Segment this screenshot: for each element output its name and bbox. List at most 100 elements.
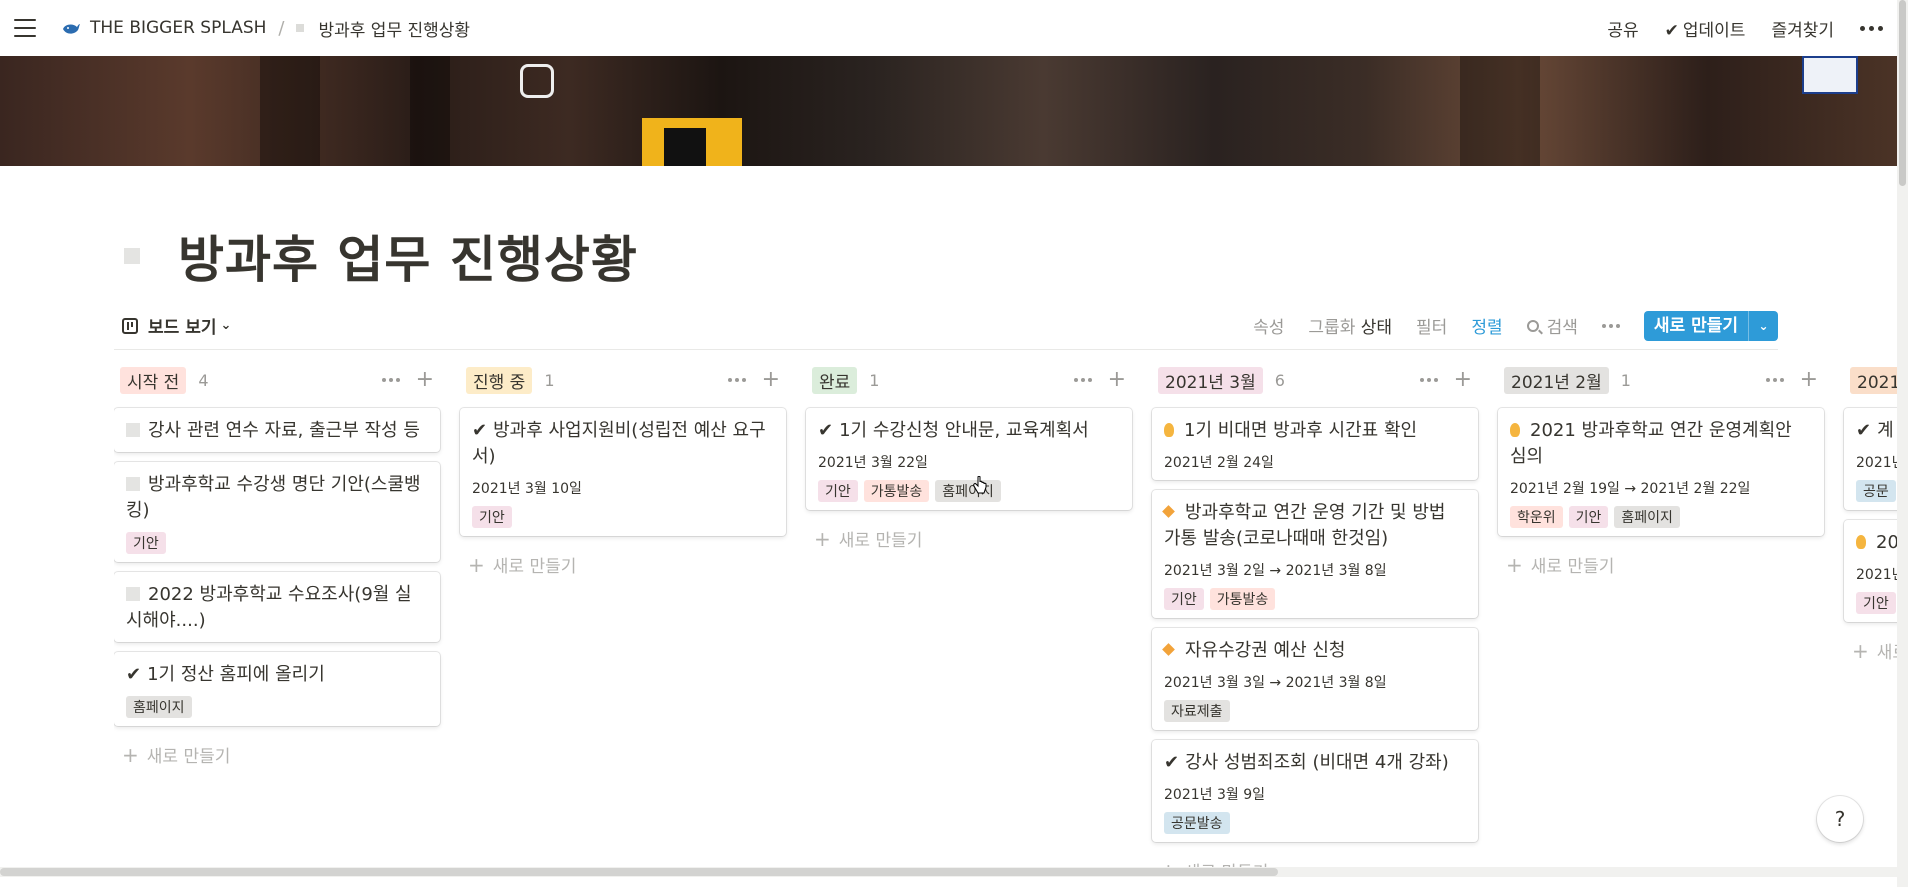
- card-title-row: 20: [1856, 530, 1897, 556]
- lightbulb-icon: [1510, 423, 1520, 437]
- card-tag: 학운위: [1510, 506, 1563, 528]
- column-status-tag[interactable]: 2021년 3월: [1158, 366, 1263, 394]
- column-more-icon[interactable]: [727, 378, 746, 382]
- whale-icon: [63, 24, 80, 34]
- page-icon: [126, 423, 140, 437]
- filter-button[interactable]: 필터: [1416, 313, 1447, 338]
- card-title-row: 방과후학교 연간 운영 기간 및 방법 가통 발송(코로나때매 한것임): [1162, 500, 1466, 552]
- card-date: 2021년: [1856, 567, 1897, 583]
- breadcrumb-workspace[interactable]: THE BIGGER SPLASH: [90, 18, 266, 38]
- card-title-row: ✔ 방과후 사업지원비(성립전 예산 요구서): [472, 418, 774, 470]
- column-status-tag[interactable]: 진행 중: [466, 366, 533, 394]
- search-label: 검색: [1546, 318, 1578, 338]
- check-icon: ✔: [472, 420, 488, 441]
- board-card[interactable]: 강사 관련 연수 자료, 출근부 작성 등: [114, 408, 440, 452]
- column-more-icon[interactable]: [1073, 378, 1092, 382]
- board-column: 2021년 3월 6 +1기 비대면 방과후 시간표 확인 2021년 2월 24일 방…: [1152, 362, 1478, 867]
- cover-image: [0, 56, 1897, 166]
- card-tag: 홈페이지: [126, 696, 192, 718]
- page-icon: [126, 477, 140, 491]
- board-card[interactable]: 방과후학교 수강생 명단 기안(스쿨뱅킹) 기안: [114, 462, 440, 562]
- card-date: 2021년: [1856, 455, 1897, 471]
- board-card[interactable]: 2021 방과후학교 연간 운영계획안 심의 2021년 2월 19일 → 202…: [1498, 408, 1824, 536]
- card-title: 자유수강권 예산 신청: [1185, 640, 1346, 661]
- favorite-button[interactable]: 즐겨찾기: [1771, 16, 1834, 41]
- horizontal-scrollbar[interactable]: [0, 867, 1897, 877]
- column-add-icon[interactable]: +: [1800, 369, 1818, 391]
- board-card[interactable]: ✔ 강사 성범죄조회 (비대면 4개 강좌) 2021년 3월 9일공문발송: [1152, 740, 1478, 842]
- group-by-value: 상태: [1360, 318, 1393, 338]
- check-icon: ✔: [1164, 752, 1180, 773]
- card-tag: 홈페이지: [935, 480, 1001, 502]
- properties-button[interactable]: 속성: [1253, 313, 1284, 338]
- column-status-tag[interactable]: 시작 전: [120, 366, 187, 394]
- column-status-tag[interactable]: 2021년: [1850, 366, 1897, 394]
- card-tag: 기안: [1856, 592, 1896, 614]
- card-tag: 홈페이지: [1614, 506, 1680, 528]
- card-tag: 공문: [1856, 480, 1896, 502]
- new-item-button[interactable]: 새로 만들기 ⌄: [1643, 310, 1778, 341]
- add-card-button[interactable]: +새로 만들기: [806, 522, 1132, 555]
- add-card-button[interactable]: +새로 만들기: [114, 738, 440, 771]
- check-icon: ✔: [1664, 20, 1679, 41]
- share-button[interactable]: 공유: [1607, 16, 1638, 41]
- vertical-scrollbar[interactable]: [1897, 0, 1908, 887]
- more-options-icon[interactable]: [1860, 25, 1883, 31]
- view-switcher[interactable]: 보드 보기 ⌄: [122, 313, 231, 338]
- new-item-label[interactable]: 새로 만들기: [1644, 311, 1748, 341]
- column-status-tag[interactable]: 2021년 2월: [1504, 366, 1609, 394]
- view-toolbar: 보드 보기 ⌄ 속성 그룹화 상태 필터 정렬 검색 새로 만들기 ⌄: [114, 302, 1778, 350]
- board-card[interactable]: 2022 방과후학교 수요조사(9월 실시해야....): [114, 572, 440, 642]
- board-card[interactable]: 방과후학교 연간 운영 기간 및 방법 가통 발송(코로나때매 한것임) 2021…: [1152, 490, 1478, 618]
- board-card[interactable]: 1기 비대면 방과후 시간표 확인 2021년 2월 24일: [1152, 408, 1478, 480]
- board-column: 시작 전 4 + 강사 관련 연수 자료, 출근부 작성 등 방과후학교 수강생 명단 …: [114, 362, 440, 771]
- column-add-icon[interactable]: +: [1108, 369, 1126, 391]
- lightbulb-icon: [1856, 535, 1866, 549]
- menu-icon[interactable]: [14, 19, 36, 37]
- card-title: 강사 성범죄조회 (비대면 4개 강좌): [1185, 752, 1449, 773]
- board-card[interactable]: 자유수강권 예산 신청 2021년 3월 3일 → 2021년 3월 8일 자료제출: [1152, 628, 1478, 730]
- search-icon: [1526, 319, 1539, 332]
- add-card-button[interactable]: +새로 만들기: [1844, 634, 1897, 667]
- card-date: 2021년 2월 19일 → 2021년 2월 22일: [1510, 481, 1751, 497]
- column-more-icon[interactable]: [1765, 378, 1784, 382]
- horizontal-scroll-thumb[interactable]: [0, 868, 1278, 876]
- add-card-button[interactable]: +새로 만들기: [1152, 854, 1478, 868]
- board-card[interactable]: ✔ 1기 정산 홈피에 올리기 홈페이지: [114, 652, 440, 726]
- column-more-icon[interactable]: [1419, 378, 1438, 382]
- search-button[interactable]: 검색: [1526, 313, 1578, 338]
- card-tag: 기안: [1164, 588, 1204, 610]
- hand-cursor-icon: [973, 476, 987, 494]
- column-status-tag[interactable]: 완료: [812, 366, 858, 394]
- column-add-icon[interactable]: +: [762, 369, 780, 391]
- card-date: 2021년 3월 9일: [1164, 787, 1265, 803]
- page-icon[interactable]: [124, 248, 140, 264]
- card-tags: 기안 가통발송 홈페이지: [818, 480, 1120, 502]
- view-more-icon[interactable]: [1601, 323, 1620, 328]
- updates-button[interactable]: ✔ 업데이트: [1665, 16, 1746, 41]
- add-card-button[interactable]: +새로 만들기: [460, 548, 786, 581]
- board-card[interactable]: ✔ 1기 수강신청 안내문, 교육계획서 2021년 3월 22일 기안 가통발송 홈페이…: [806, 408, 1132, 510]
- group-by-button[interactable]: 그룹화 상태: [1308, 313, 1392, 338]
- help-button[interactable]: ?: [1817, 796, 1863, 842]
- add-card-label: 새로 만들기: [838, 531, 923, 551]
- sort-button[interactable]: 정렬: [1471, 313, 1502, 338]
- column-add-icon[interactable]: +: [416, 369, 434, 391]
- card-tags: 자료제출: [1164, 700, 1466, 722]
- card-tag: 공문발송: [1164, 812, 1230, 834]
- column-add-icon[interactable]: +: [1454, 369, 1472, 391]
- card-date: 2021년 3월 2일 → 2021년 3월 8일: [1164, 563, 1387, 579]
- column-count: 1: [869, 370, 880, 390]
- new-item-dropdown-icon[interactable]: ⌄: [1748, 310, 1778, 341]
- vertical-scroll-thumb[interactable]: [1899, 0, 1906, 186]
- top-bar: THE BIGGER SPLASH / 방과후 업무 진행상황 공유 ✔ 업데이트…: [0, 0, 1897, 56]
- board-card[interactable]: ✔계 2021년공문: [1844, 408, 1897, 510]
- breadcrumb-page[interactable]: 방과후 업무 진행상황: [318, 16, 470, 41]
- page-title[interactable]: 방과후 업무 진행상황: [178, 220, 638, 292]
- board-card[interactable]: ✔ 방과후 사업지원비(성립전 예산 요구서) 2021년 3월 10일 기안: [460, 408, 786, 536]
- board-card[interactable]: 20 2021년기안: [1844, 520, 1897, 622]
- board-column: 진행 중 1 + ✔ 방과후 사업지원비(성립전 예산 요구서) 2021년 3월 10일…: [460, 362, 786, 581]
- add-card-label: 새로 만들기: [1530, 557, 1615, 577]
- column-more-icon[interactable]: [381, 378, 400, 382]
- add-card-button[interactable]: +새로 만들기: [1498, 548, 1824, 581]
